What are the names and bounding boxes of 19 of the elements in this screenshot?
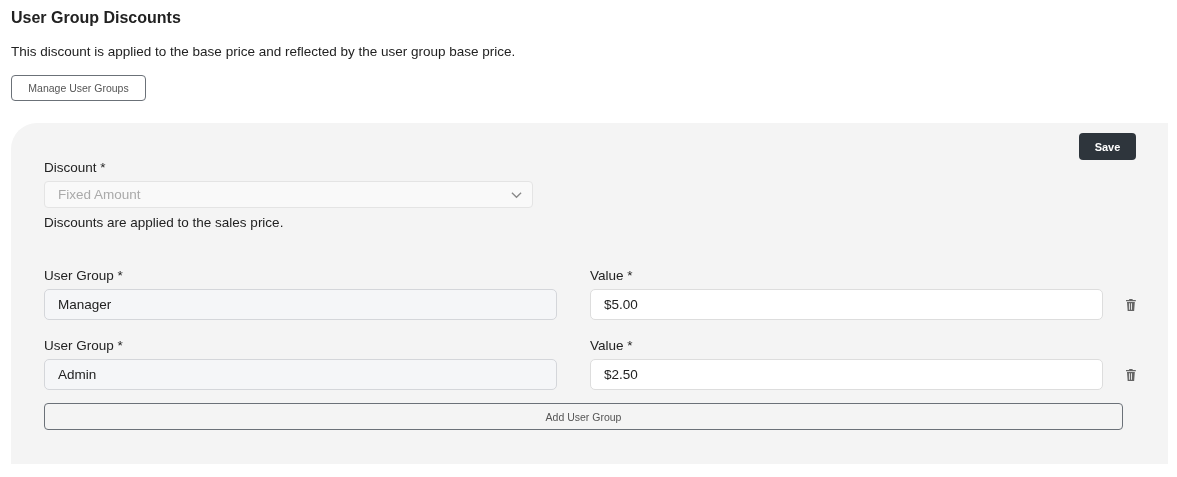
description-text: This discount is applied to the base price and reflected by the user group base price. (11, 43, 517, 61)
chevron-down-icon (511, 190, 522, 199)
value-field[interactable]: $2.50 (590, 359, 1104, 390)
discount-select: Fixed Amount (44, 181, 533, 208)
field-label: User Group * (44, 338, 124, 354)
save-button[interactable]: Save (1079, 133, 1136, 160)
delete-icon[interactable] (1126, 369, 1136, 381)
help-text: Discounts are applied to the sales price. (44, 214, 285, 232)
user-group-field[interactable]: Manager (44, 289, 558, 320)
add-user-group-button[interactable]: Add User Group (44, 403, 1123, 430)
field-label: User Group * (44, 268, 124, 284)
page-title: User Group Discounts (11, 8, 182, 28)
field-label: Value * (590, 338, 634, 354)
field-label: Value * (590, 268, 634, 284)
field-label: Discount * (44, 160, 107, 176)
user-group-field[interactable]: Admin (44, 359, 558, 390)
delete-icon[interactable] (1126, 299, 1136, 311)
manage-user-groups-button[interactable]: Manage User Groups (11, 75, 146, 101)
value-field[interactable]: $5.00 (590, 289, 1104, 320)
